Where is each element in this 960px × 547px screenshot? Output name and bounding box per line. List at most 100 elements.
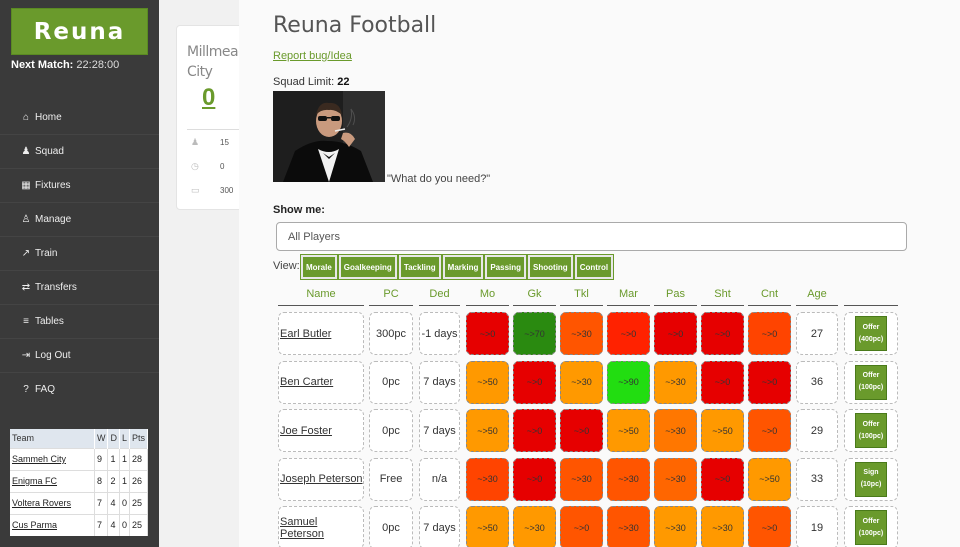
player-stat-pas: ~>30: [654, 360, 697, 404]
view-morale-button[interactable]: Morale: [300, 254, 338, 280]
sidebar-item-train[interactable]: ↗ Train: [0, 236, 159, 270]
sidebar-item-log-out[interactable]: ⇥ Log Out: [0, 338, 159, 372]
offer-button[interactable]: Offer (100pc): [855, 413, 887, 448]
player-stat-tkl: ~>0: [560, 409, 603, 452]
player-stat-gk: ~>70: [513, 312, 556, 355]
player-stat-gk: ~>0: [513, 409, 556, 452]
player-filter-select[interactable]: All Players: [276, 222, 907, 251]
sidebar-item-home[interactable]: ⌂ Home: [0, 100, 159, 134]
action-label: Sign: [863, 469, 879, 476]
sidebar-item-label: Squad: [35, 146, 64, 157]
next-match: Next Match: 22:28:00: [11, 59, 119, 71]
player-name-link[interactable]: Ben Carter: [278, 360, 364, 404]
view-marking-button[interactable]: Marking: [441, 254, 485, 280]
offer-button[interactable]: Offer (100pc): [855, 510, 887, 545]
view-passing-button[interactable]: Passing: [484, 254, 528, 280]
sidebar-item-faq[interactable]: ? FAQ: [0, 372, 159, 406]
action-cost: (100pc): [858, 432, 884, 440]
league-cell: 1: [119, 447, 130, 470]
report-bug-link[interactable]: Report bug/Idea: [273, 50, 352, 62]
view-control-button[interactable]: Control: [573, 254, 615, 280]
club-name: Millmead City: [187, 44, 242, 80]
sidebar-item-label: FAQ: [35, 384, 56, 395]
column-header-mar: Mar: [607, 288, 650, 306]
league-team-link[interactable]: Sammeh City: [10, 447, 95, 470]
league-team-link[interactable]: Enigma FC: [10, 469, 95, 492]
league-row: Voltera Rovers 7 4 0 25: [10, 491, 149, 514]
league-cell: 0: [119, 491, 130, 514]
agent-portrait-image: [273, 91, 385, 182]
action-label: Offer: [862, 323, 880, 331]
column-header-sht: Sht: [701, 288, 744, 306]
squad-limit-value: 22: [337, 76, 350, 88]
sidebar-item-transfers[interactable]: ⇄ Transfers: [0, 270, 159, 304]
sidebar-nav: ⌂ Home ♟ Squad ▦ Fixtures ♙ Manage ↗ Train ⇄ Transf…: [0, 100, 159, 406]
league-cell: 7: [94, 491, 109, 514]
column-header-gk: Gk: [513, 288, 556, 306]
player-stat-mar: ~>90: [607, 360, 650, 404]
view-tackling-button[interactable]: Tackling: [397, 254, 442, 280]
club-stat: ▭ 300: [191, 185, 233, 196]
player-name-link[interactable]: Joseph Peterson: [278, 457, 364, 501]
squad-limit: Squad Limit: 22: [273, 76, 349, 88]
view-goalkeeping-button[interactable]: Goalkeeping: [337, 254, 398, 280]
league-row: Enigma FC 8 2 1 26: [10, 469, 149, 492]
player-name-link[interactable]: Earl Butler: [278, 312, 364, 355]
sidebar-item-manage[interactable]: ♙ Manage: [0, 202, 159, 236]
view-buttons: Morale Goalkeeping Tackling Marking Passing S…: [300, 254, 615, 280]
player-name-link[interactable]: Joe Foster: [278, 409, 364, 452]
league-team-link[interactable]: Cus Parma: [10, 513, 95, 536]
action-cost: (100pc): [858, 529, 884, 537]
sign-button[interactable]: Sign (10pc): [855, 461, 887, 497]
user-icon: ♟: [191, 137, 200, 147]
action-cell: Offer (100pc): [844, 409, 898, 452]
sidebar-item-label: Home: [35, 111, 62, 123]
player-stat-mo: ~>30: [466, 457, 509, 501]
action-cell: Offer (100pc): [844, 360, 898, 404]
user-icon: ♟: [21, 146, 31, 157]
club-stat-value: 300: [220, 186, 234, 195]
column-header-ded: Ded: [419, 288, 460, 306]
player-pc: Free: [369, 457, 413, 501]
player-stat-mar: ~>30: [607, 457, 650, 501]
club-stat-value: 15: [220, 138, 229, 147]
league-cell: 8: [94, 469, 109, 492]
action-cost: (100pc): [858, 384, 884, 391]
exchange-icon: ⇄: [21, 282, 31, 293]
sidebar-item-squad[interactable]: ♟ Squad: [0, 134, 159, 168]
show-me-label: Show me:: [273, 204, 325, 216]
league-team-link[interactable]: Voltera Rovers: [10, 491, 95, 514]
player-pc: 0pc: [369, 360, 413, 404]
player-name-link[interactable]: Samuel Peterson: [278, 506, 364, 547]
action-cell: Offer (100pc): [844, 506, 898, 547]
column-header-tkl: Tkl: [560, 288, 603, 306]
league-cell: 28: [129, 447, 149, 470]
action-cost: (10pc): [860, 481, 882, 488]
player-age: 19: [796, 506, 838, 547]
player-stat-cnt: ~>0: [748, 409, 791, 452]
agent-quote: "What do you need?": [387, 173, 491, 185]
view-shooting-button[interactable]: Shooting: [527, 254, 574, 280]
sidebar-item-tables[interactable]: ≡ Tables: [0, 304, 159, 338]
sidebar-item-label: Train: [35, 248, 58, 259]
offer-button[interactable]: Offer (100pc): [855, 364, 887, 400]
player-stat-pas: ~>0: [654, 312, 697, 355]
player-stat-mar: ~>50: [607, 409, 650, 452]
player-stat-gk: ~>30: [513, 506, 556, 547]
player-stat-tkl: ~>30: [560, 312, 603, 355]
column-header-name: Name: [278, 288, 364, 306]
player-ded: 7 days: [419, 360, 460, 404]
offer-button[interactable]: Offer (400pc): [855, 316, 887, 351]
club-score[interactable]: 0: [202, 84, 215, 112]
player-stat-gk: ~>0: [513, 360, 556, 404]
sidebar-item-fixtures[interactable]: ▦ Fixtures: [0, 168, 159, 202]
page-title: Reuna Football: [273, 13, 437, 38]
brand-logo[interactable]: Reuna: [11, 8, 148, 55]
player-ded: 7 days: [419, 506, 460, 547]
player-stat-cnt: ~>0: [748, 312, 791, 355]
player-stat-cnt: ~>50: [748, 457, 791, 501]
player-pc: 0pc: [369, 506, 413, 547]
league-cell: 2: [107, 469, 120, 492]
column-header-action: [844, 288, 898, 306]
squad-limit-label: Squad Limit:: [273, 76, 335, 88]
